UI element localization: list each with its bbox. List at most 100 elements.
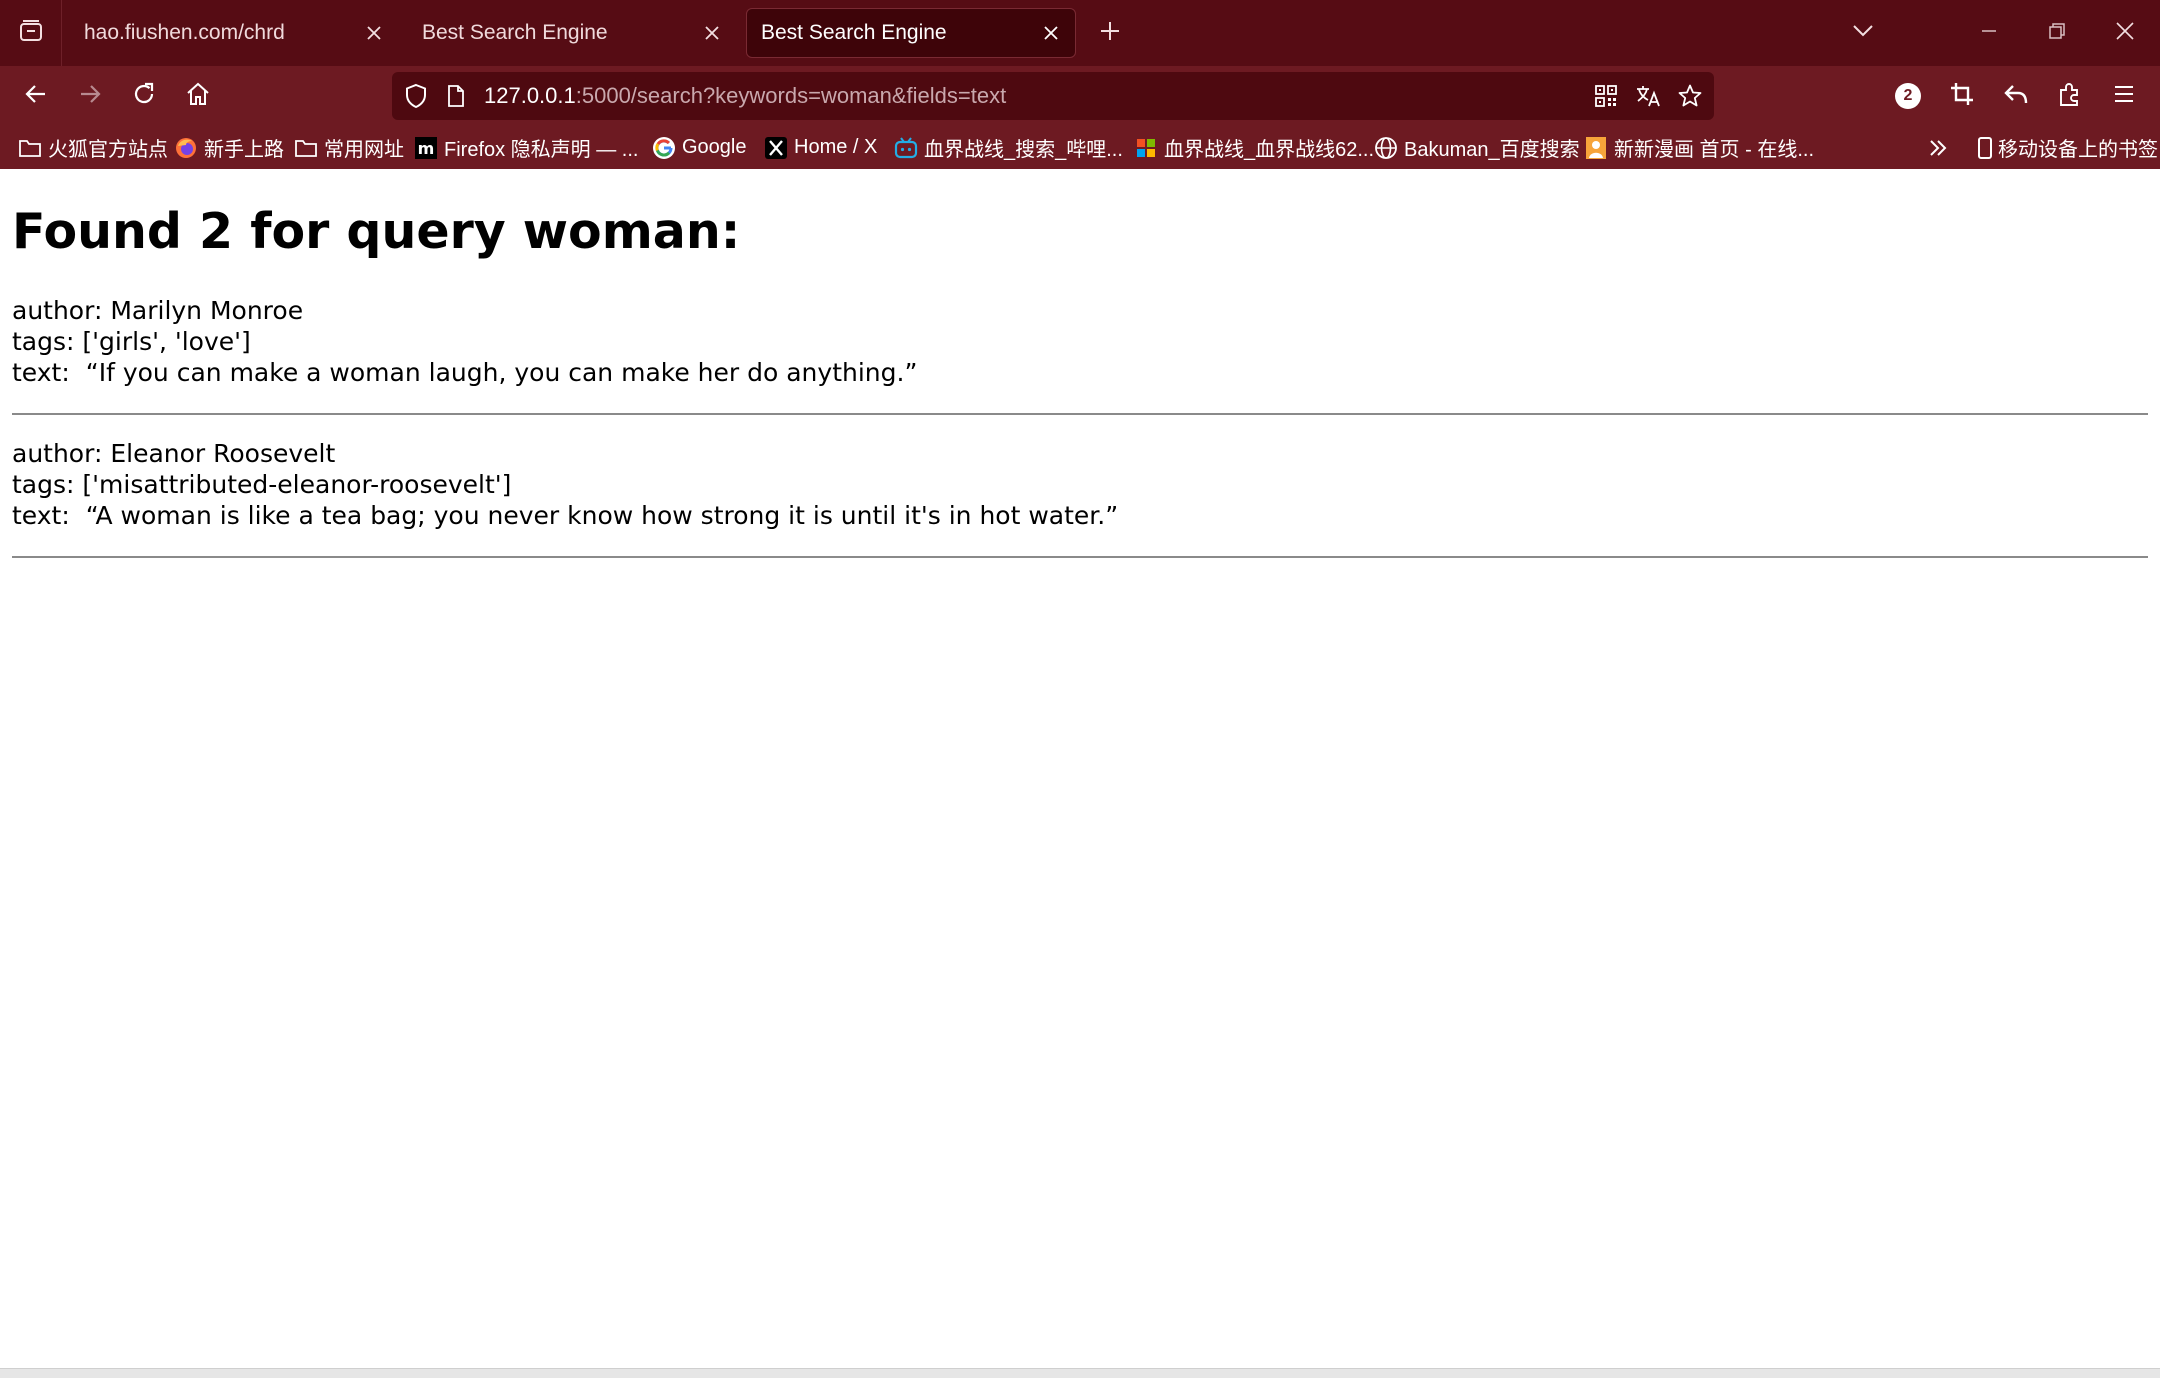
tab-title: hao.fiushen.com/chrd	[84, 21, 285, 44]
close-icon[interactable]	[354, 13, 394, 53]
close-icon[interactable]	[1031, 13, 1071, 53]
minimize-button[interactable]	[1954, 0, 2024, 66]
list-all-tabs-button[interactable]	[1828, 0, 1898, 66]
url-bar[interactable]: 127.0.0.1:5000/search?keywords=woman&fie…	[392, 72, 1714, 120]
bookmarks-toolbar: 火狐官方站点 新手上路 常用网址 m Firefox 隐私声明 — ... Go…	[0, 126, 2160, 169]
search-result: author: Eleanor Roosevelt tags: ['misatt…	[12, 438, 1118, 531]
result-text: text: “If you can make a woman laugh, you…	[12, 357, 917, 388]
reload-icon	[131, 81, 157, 112]
bookmark-label: 常用网址	[324, 139, 404, 161]
reload-button[interactable]	[120, 72, 168, 120]
author-label: author:	[12, 296, 103, 325]
translate-icon[interactable]	[1628, 72, 1668, 120]
quote-text: “A woman is like a tea bag; you never kn…	[85, 501, 1119, 530]
author-label: author:	[12, 439, 103, 468]
close-icon[interactable]	[692, 13, 732, 53]
page-icon[interactable]	[436, 72, 476, 120]
manga-icon	[1584, 136, 1608, 160]
bookmark-label: 新手上路	[204, 139, 284, 161]
bookmark-item[interactable]: 火狐官方站点	[18, 126, 168, 169]
bookmark-label: Firefox 隐私声明 — ...	[444, 139, 639, 161]
qr-code-icon[interactable]	[1586, 72, 1626, 120]
tab-3-active[interactable]: Best Search Engine	[746, 8, 1076, 58]
text-label: text:	[12, 501, 70, 530]
result-tags: tags: ['girls', 'love']	[12, 326, 917, 357]
chevron-down-icon	[1852, 24, 1874, 43]
more-bookmarks-button[interactable]	[1926, 126, 1956, 169]
folder-icon	[18, 136, 42, 160]
result-author: author: Eleanor Roosevelt	[12, 438, 1118, 469]
author-value: Eleanor Roosevelt	[110, 439, 336, 468]
home-icon	[185, 81, 211, 112]
page-heading: Found 2 for query woman:	[12, 203, 741, 260]
tab-list-button[interactable]	[0, 0, 62, 66]
bookmark-item[interactable]: 新新漫画 首页 - 在线...	[1584, 126, 1814, 169]
bookmark-item[interactable]: 常用网址	[294, 126, 404, 169]
url-text[interactable]: 127.0.0.1:5000/search?keywords=woman&fie…	[484, 72, 1006, 120]
bookmark-label: Home / X	[794, 136, 878, 158]
tags-value: ['misattributed-eleanor-roosevelt']	[82, 470, 512, 499]
tab-bar: hao.fiushen.com/chrd Best Search Engine …	[0, 0, 2160, 66]
mobile-bookmarks-label: 移动设备上的书签	[1998, 139, 2158, 161]
bilibili-icon	[894, 136, 918, 160]
result-divider	[12, 556, 2148, 558]
tags-value: ['girls', 'love']	[82, 327, 251, 356]
firefox-icon	[174, 136, 198, 160]
globe-icon	[1374, 136, 1398, 160]
star-icon[interactable]	[1670, 72, 1710, 120]
mobile-device-icon	[1976, 136, 1994, 160]
restore-button[interactable]	[2022, 0, 2092, 66]
status-bar	[0, 1368, 2160, 1378]
quote-text: “If you can make a woman laugh, you can …	[85, 358, 918, 387]
home-button[interactable]	[174, 72, 222, 120]
bookmark-item[interactable]: Home / X	[764, 126, 877, 169]
text-label: text:	[12, 358, 70, 387]
close-icon	[2115, 21, 2135, 46]
bookmark-label: 血界战线_血界战线62...	[1164, 139, 1375, 161]
new-tab-button[interactable]	[1090, 13, 1130, 53]
result-text: text: “A woman is like a tea bag; you nev…	[12, 500, 1118, 531]
minimize-icon	[1980, 22, 1998, 45]
tab-1[interactable]: hao.fiushen.com/chrd	[70, 8, 398, 58]
bookmark-item[interactable]: Bakuman_百度搜索	[1374, 126, 1580, 169]
shield-icon[interactable]	[396, 72, 436, 120]
mozilla-icon: m	[414, 136, 438, 160]
mobile-bookmarks-folder[interactable]: 移动设备上的书签	[1976, 126, 2158, 169]
bookmark-label: Google	[682, 136, 747, 158]
bookmark-item[interactable]: Google	[652, 126, 747, 169]
tags-label: tags:	[12, 470, 75, 499]
navigation-toolbar: 127.0.0.1:5000/search?keywords=woman&fie…	[0, 66, 2160, 126]
bookmark-item[interactable]: 血界战线_搜索_哔哩...	[894, 126, 1123, 169]
bookmark-item[interactable]: 新手上路	[174, 126, 284, 169]
search-result: author: Marilyn Monroe tags: ['girls', '…	[12, 295, 917, 388]
result-author: author: Marilyn Monroe	[12, 295, 917, 326]
arrow-right-icon	[77, 81, 103, 112]
bookmark-item[interactable]: m Firefox 隐私声明 — ...	[414, 126, 638, 169]
tab-2[interactable]: Best Search Engine	[408, 8, 736, 58]
bookmark-label: 火狐官方站点	[48, 139, 168, 161]
page-content: Found 2 for query woman: author: Marilyn…	[0, 169, 2160, 1368]
crop-icon	[1949, 81, 1975, 112]
tab-title: Best Search Engine	[761, 21, 947, 44]
forward-button[interactable]	[66, 72, 114, 120]
chevron-double-right-icon	[1926, 136, 1950, 160]
plus-icon	[1099, 20, 1121, 47]
bookmark-label: 血界战线_搜索_哔哩...	[924, 139, 1123, 161]
hamburger-menu-icon	[2112, 83, 2136, 110]
back-button[interactable]	[12, 72, 60, 120]
result-divider	[12, 413, 2148, 415]
share-button[interactable]	[1992, 72, 2040, 120]
menu-button[interactable]	[2100, 72, 2148, 120]
close-window-button[interactable]	[2090, 0, 2160, 66]
bookmark-item[interactable]: 血界战线_血界战线62...	[1134, 126, 1374, 169]
bookmark-label: Bakuman_百度搜索	[1404, 139, 1580, 161]
bookmark-label: 新新漫画 首页 - 在线...	[1614, 139, 1814, 161]
extension-badge-button[interactable]: 2	[1884, 72, 1932, 120]
folder-icon	[294, 136, 318, 160]
author-value: Marilyn Monroe	[110, 296, 304, 325]
url-host: 127.0.0.1	[484, 83, 576, 108]
url-path: :5000/search?keywords=woman&fields=text	[575, 83, 1007, 108]
restore-icon	[2048, 22, 2066, 45]
extensions-button[interactable]	[2046, 72, 2094, 120]
screenshot-button[interactable]	[1938, 72, 1986, 120]
